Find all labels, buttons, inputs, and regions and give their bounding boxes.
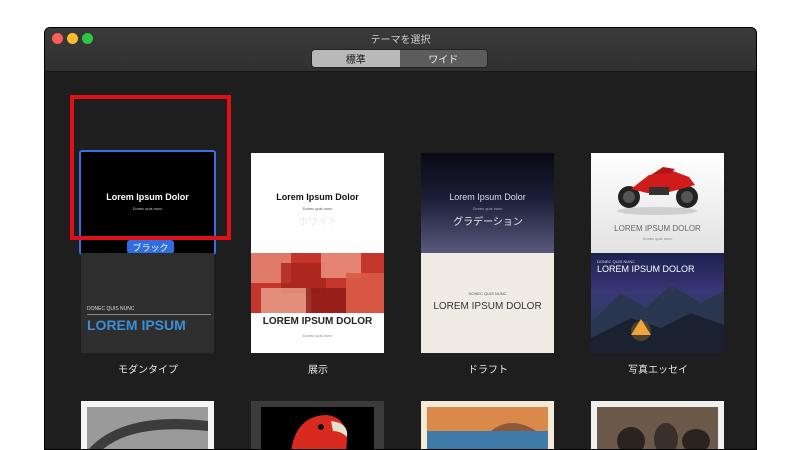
parrot-image — [261, 407, 374, 449]
theme-caption-white[interactable]: ホワイト — [238, 213, 398, 228]
aspect-ratio-segmented-control: 標準 ワイド — [311, 49, 488, 68]
tab-wide[interactable]: ワイド — [399, 50, 487, 67]
highlight-frame — [70, 95, 231, 240]
theme-caption-photo-essay[interactable]: 写真エッセイ — [578, 361, 738, 376]
theme-thumbnail-row3-4[interactable] — [591, 401, 724, 449]
tab-standard[interactable]: 標準 — [312, 50, 400, 67]
pottery-image — [597, 407, 718, 449]
theme-thumbnail-row3-3[interactable] — [421, 401, 554, 449]
thumbnail-title: LOREM IPSUM DOLOR — [597, 264, 695, 274]
thumbnail-subtitle: Donec quis nunc — [302, 206, 333, 211]
theme-thumbnail-showroom[interactable]: LOREM IPSUM DOLOR Donec quis nunc — [591, 153, 724, 253]
theme-thumbnail-row3-2[interactable] — [251, 401, 384, 449]
coast-image — [427, 407, 548, 449]
theme-thumbnail-gradient[interactable]: Lorem Ipsum Dolor Donec quis nunc — [421, 153, 554, 253]
thumbnail-subtitle: DONEC QUIS NUNC — [468, 291, 507, 296]
thumbnail-title: LOREM IPSUM DOLOR — [433, 301, 542, 312]
theme-thumbnail-draft[interactable]: DONEC QUIS NUNC LOREM IPSUM DOLOR — [421, 253, 554, 353]
divider — [87, 314, 211, 315]
thumbnail-subtitle: Donec quis nunc — [472, 206, 503, 211]
thumbnail-subtitle: Donec quis nunc — [302, 333, 333, 338]
thumbnail-title: Lorem Ipsum Dolor — [449, 192, 526, 202]
abstract-red-pattern — [251, 253, 384, 313]
theme-caption-exhibit[interactable]: 展示 — [238, 361, 398, 376]
theme-caption-showroom[interactable]: ショールーム — [578, 213, 738, 228]
bridge-image — [87, 407, 208, 449]
theme-caption-draft[interactable]: ドラフト — [408, 361, 568, 376]
theme-caption-black[interactable]: ブラック — [127, 240, 174, 254]
theme-thumbnail-modern-type[interactable]: DONEC QUIS NUNC LOREM IPSUM — [81, 253, 214, 353]
theme-caption-gradient[interactable]: グラデーション — [408, 213, 568, 228]
theme-thumbnail-exhibit[interactable]: LOREM IPSUM DOLOR Donec quis nunc — [251, 253, 384, 353]
thumbnail-subtitle: DONEC QUIS NUNC — [87, 306, 135, 312]
theme-thumbnail-photo-essay[interactable]: DONEC QUIS NUNC LOREM IPSUM DOLOR — [591, 253, 724, 353]
theme-caption-modern-type[interactable]: モダンタイプ — [68, 361, 228, 376]
window-title: テーマを選択 — [370, 35, 431, 46]
thumbnail-subtitle: Donec quis nunc — [642, 236, 673, 241]
theme-thumbnail-white[interactable]: Lorem Ipsum Dolor Donec quis nunc — [251, 153, 384, 253]
thumbnail-title: LOREM IPSUM — [87, 317, 186, 333]
title-bar: テーマを選択 標準 ワイド — [45, 28, 756, 72]
theme-thumbnail-row3-1[interactable] — [81, 401, 214, 449]
thumbnail-title: Lorem Ipsum Dolor — [276, 192, 359, 202]
thumbnail-title: LOREM IPSUM DOLOR — [262, 316, 373, 327]
